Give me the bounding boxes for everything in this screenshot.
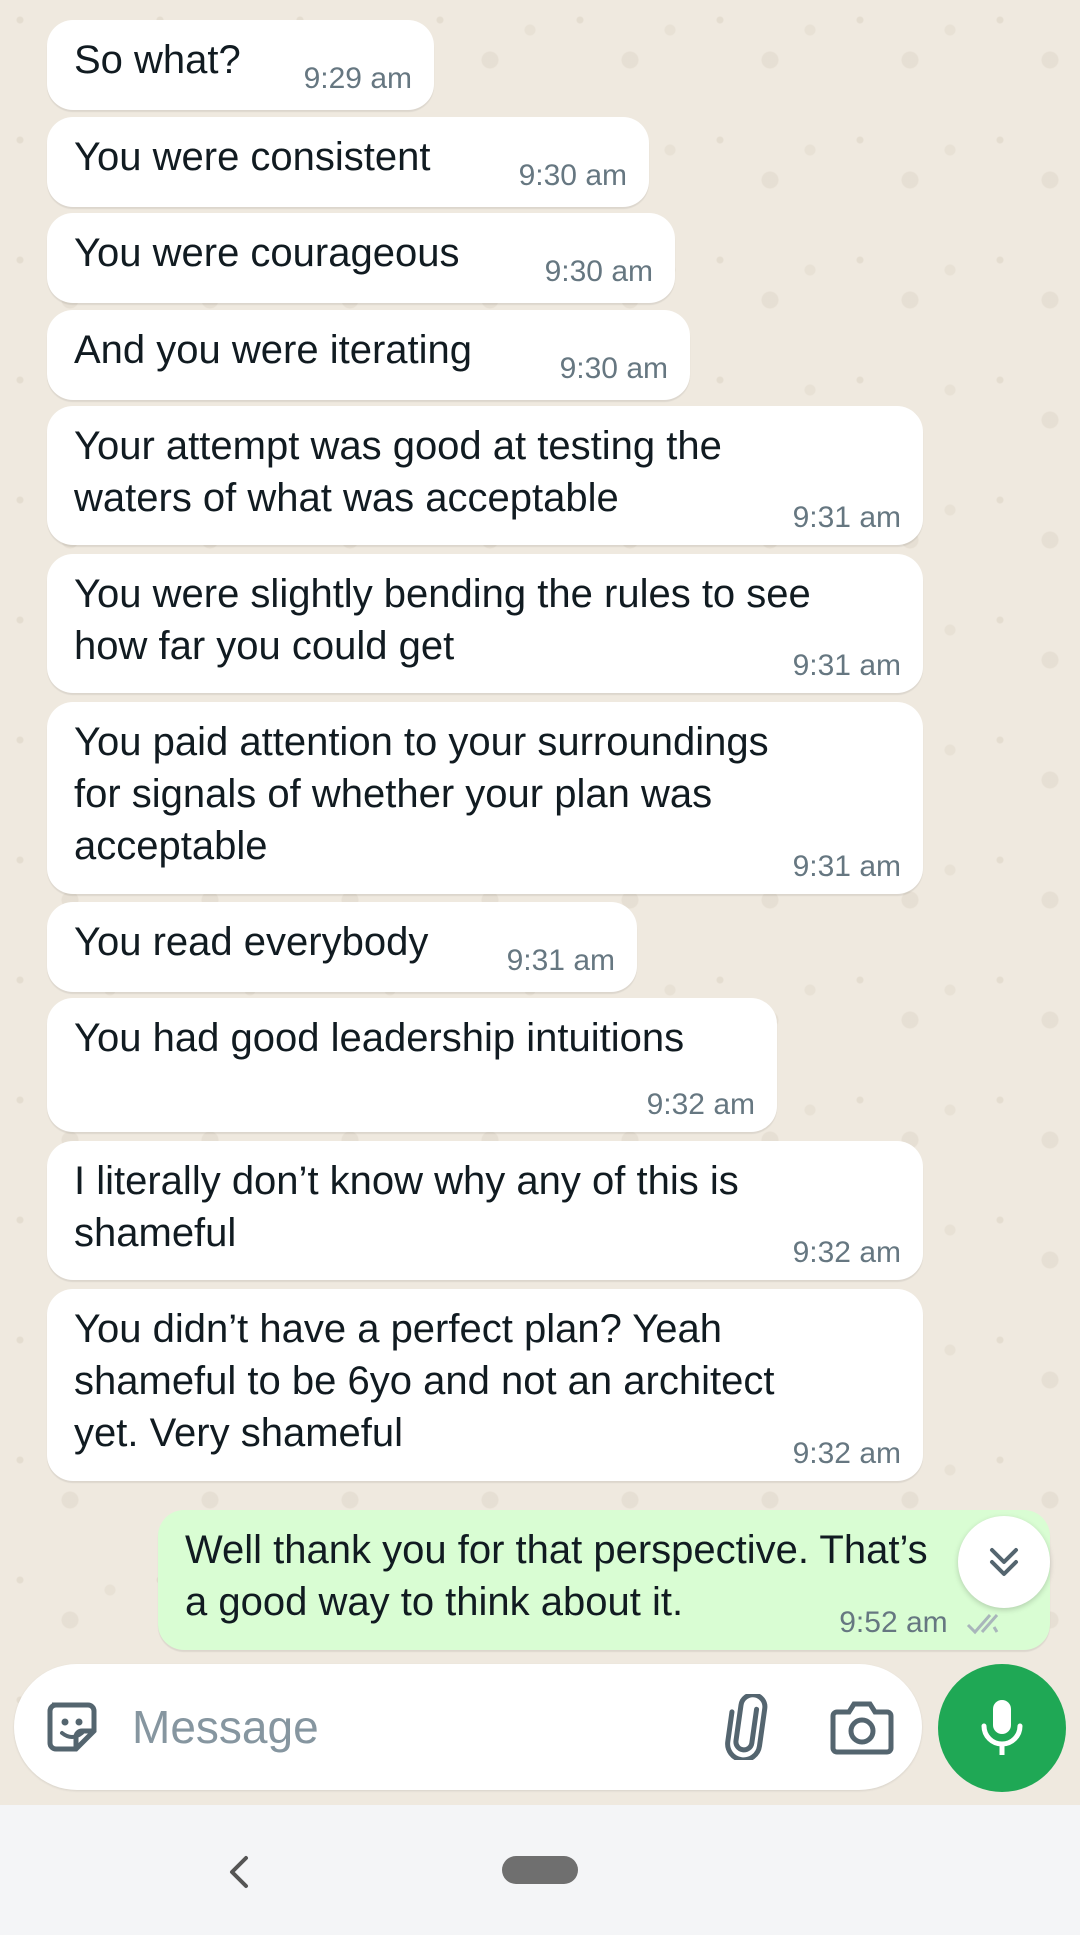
back-chevron-icon[interactable] [222,1852,258,1892]
message-bubble[interactable]: You were consistent 9:30 am [47,117,649,207]
camera-icon[interactable] [829,1696,895,1758]
message-timestamp: 9:30 am [544,255,653,288]
message-timestamp: 9:32 am [792,1236,901,1269]
message-timestamp: 9:31 am [792,850,901,883]
message-list[interactable]: So what? 9:29 am You were consistent 9:3… [0,0,1080,1660]
message-text: You had good leadership intuitions [74,1016,685,1060]
message-time-text: 9:52 am [839,1606,948,1639]
message-bubble[interactable]: And you were iterating 9:30 am [47,310,690,400]
message-timestamp: 9:32 am [646,1088,755,1121]
message-bubble[interactable]: You were slightly bending the rules to s… [47,554,923,693]
voice-message-button[interactable] [938,1664,1066,1792]
microphone-icon [981,1700,1023,1755]
message-text: You were slightly bending the rules to s… [74,572,811,668]
message-bubble[interactable]: You had good leadership intuitions 9:32 … [47,998,777,1132]
message-bubble[interactable]: I literally don’t know why any of this i… [47,1141,923,1280]
message-timestamp: 9:52 am [839,1608,1010,1638]
message-timestamp: 9:31 am [506,944,615,977]
message-composer [14,1664,922,1790]
double-check-icon [966,1614,999,1635]
message-bubble[interactable]: Your attempt was good at testing the wat… [47,406,923,545]
double-chevron-down-icon [990,1548,1018,1576]
message-bubble[interactable]: You paid attention to your surroundings … [47,702,923,894]
message-bubble[interactable]: You didn’t have a perfect plan? Yeah sha… [47,1289,923,1481]
scroll-to-bottom-button[interactable] [958,1516,1050,1608]
message-bubble[interactable]: So what? 9:29 am [47,20,434,110]
message-text: You didn’t have a perfect plan? Yeah sha… [74,1307,775,1455]
message-text: Your attempt was good at testing the wat… [74,424,722,520]
message-timestamp: 9:29 am [303,62,412,95]
message-timestamp: 9:30 am [518,159,627,192]
message-timestamp: 9:31 am [792,501,901,534]
message-timestamp: 9:32 am [792,1437,901,1470]
outgoing-message-bubble[interactable]: Well thank you for that perspective. Tha… [158,1510,1050,1650]
home-pill[interactable] [502,1856,578,1884]
paperclip-icon[interactable] [714,1694,778,1760]
message-timestamp: 9:30 am [559,352,668,385]
message-text: I literally don’t know why any of this i… [74,1159,739,1255]
message-bubble[interactable]: You were courageous 9:30 am [47,213,675,303]
message-timestamp: 9:31 am [792,649,901,682]
message-text: You paid attention to your surroundings … [74,720,769,868]
sticker-icon[interactable] [42,1697,102,1757]
message-bubble[interactable]: You read everybody 9:31 am [47,902,637,992]
message-input[interactable] [132,1692,692,1762]
